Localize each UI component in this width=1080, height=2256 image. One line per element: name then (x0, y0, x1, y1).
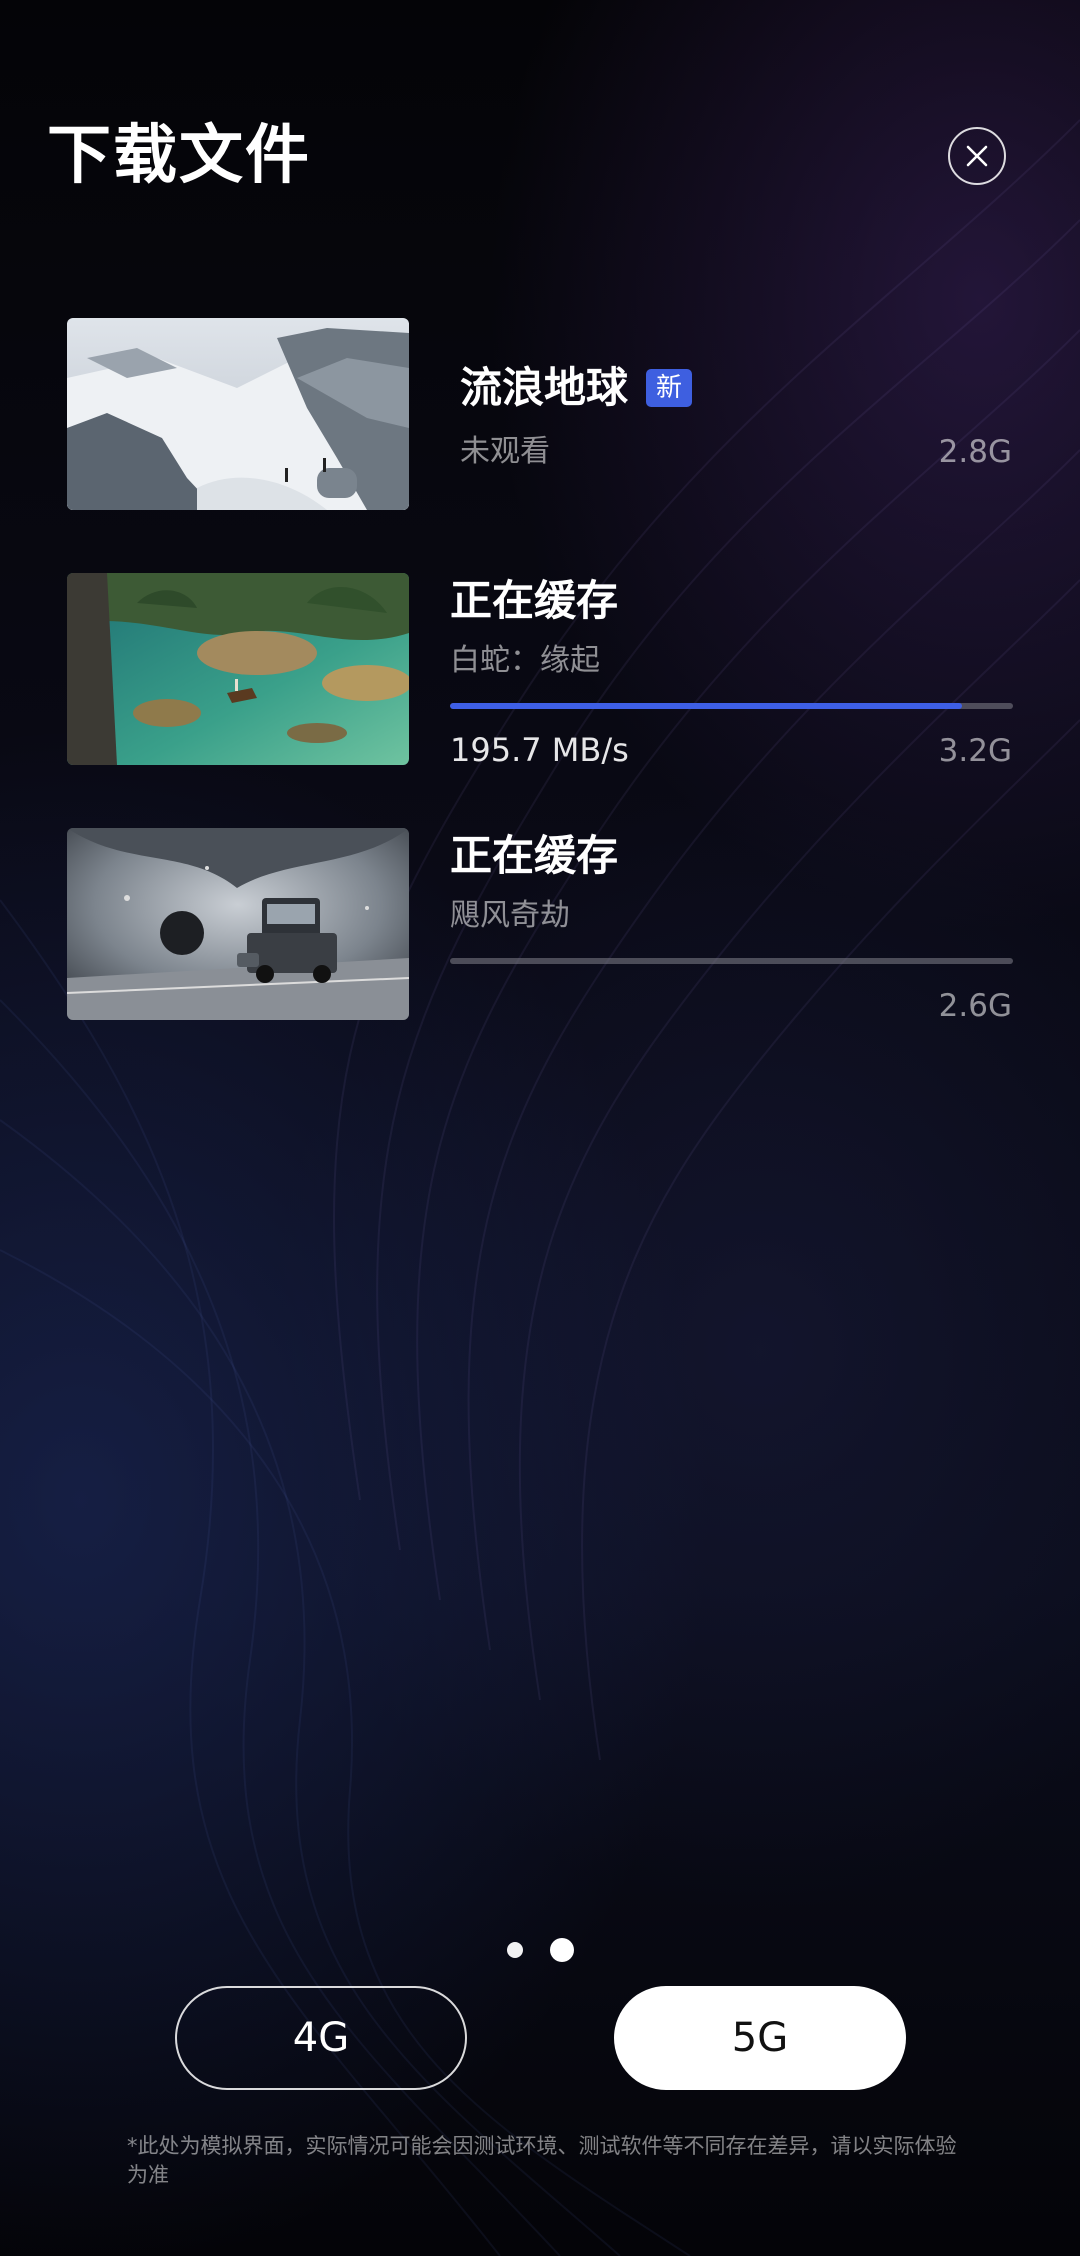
storm-truck-thumbnail (67, 828, 409, 1020)
page-dot[interactable] (506, 1942, 523, 1958)
close-icon (966, 145, 988, 167)
disclaimer-text: *此处为模拟界面，实际情况可能会因测试环境、测试软件等不同存在差异，请以实际体验… (127, 2134, 957, 2187)
page-indicator (0, 1938, 1080, 1962)
item-status: 未观看 (460, 434, 550, 469)
download-progress-bar (450, 958, 1013, 964)
download-progress-bar (450, 703, 1013, 709)
item-title: 流浪地球新 (460, 360, 693, 416)
download-item[interactable]: 流浪地球新 未观看 2.8G (67, 318, 1013, 510)
4g-button[interactable]: 4G (175, 1986, 467, 2090)
download-progress-fill (450, 703, 963, 709)
page-dot-active[interactable] (549, 1938, 574, 1962)
item-name: 飓风奇劫 (450, 898, 570, 933)
item-name: 白蛇：缘起 (450, 643, 600, 678)
close-button[interactable] (948, 127, 1006, 185)
item-title: 正在缓存 (450, 576, 619, 625)
download-speed: 195.7 MB/s (450, 731, 629, 769)
download-item[interactable]: 正在缓存 飓风奇劫 2.6G (67, 828, 1013, 1024)
item-title-text: 流浪地球 (460, 363, 629, 412)
item-size: 2.6G (938, 988, 1012, 1024)
5g-button[interactable]: 5G (614, 1986, 906, 2090)
new-badge: 新 (646, 369, 693, 407)
page-title: 下载文件 (47, 119, 311, 193)
download-item[interactable]: 正在缓存 白蛇：缘起 195.7 MB/s 3.2G (67, 573, 1013, 769)
item-size: 2.8G (938, 434, 1012, 470)
item-title: 正在缓存 (450, 831, 619, 880)
lake-village-thumbnail (67, 573, 409, 765)
item-size: 3.2G (938, 733, 1012, 769)
snowy-cliff-thumbnail (67, 318, 409, 510)
